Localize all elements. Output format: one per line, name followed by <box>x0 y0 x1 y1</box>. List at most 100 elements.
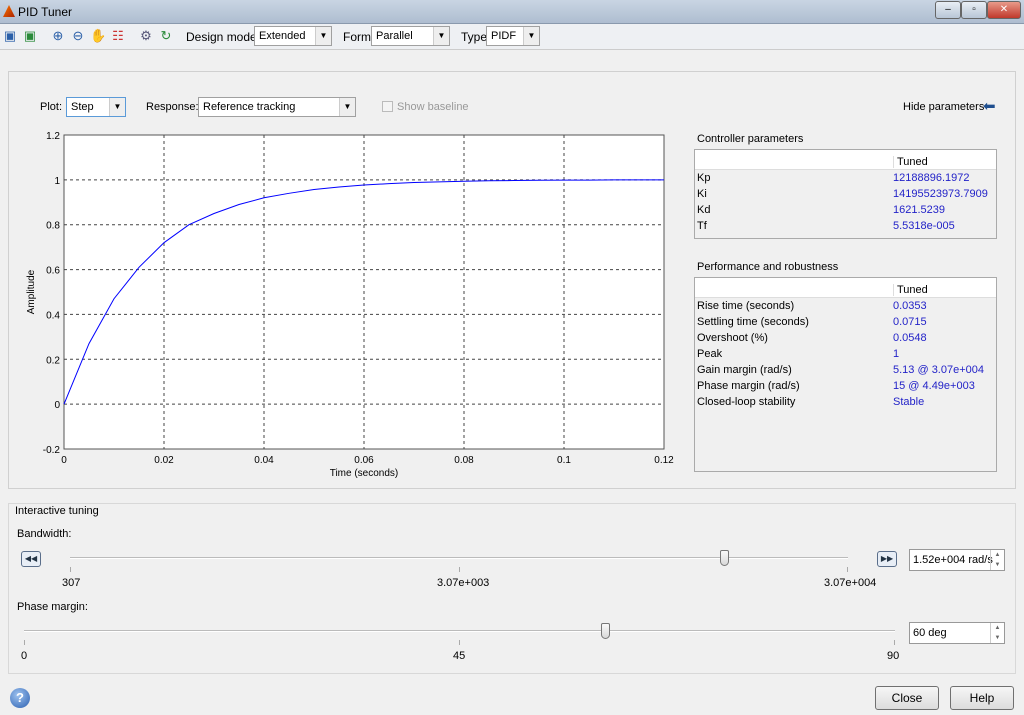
pan-icon[interactable]: ✋ <box>90 28 106 44</box>
tuned-column-header: Tuned <box>893 284 928 296</box>
design-mode-label: Design mode: <box>186 30 261 44</box>
phase-margin-slider[interactable] <box>24 630 895 632</box>
y-tick-label: -0.2 <box>43 445 61 456</box>
form-value: Parallel <box>376 30 413 42</box>
phase-margin-input[interactable]: 60 deg ▲ ▼ <box>909 622 1005 644</box>
controller-parameters-table: Tuned Kp 12188896.1972 Ki 14195523973.7909 K… <box>694 149 997 239</box>
tick <box>24 640 25 645</box>
y-tick-label: 1 <box>54 176 60 187</box>
chevron-down-icon: ▼ <box>433 27 449 45</box>
y-tick-label: 0.2 <box>46 355 60 366</box>
bandwidth-input[interactable]: 1.52e+004 rad/s ▲ ▼ <box>909 549 1005 571</box>
tick <box>847 567 848 572</box>
step-response-chart: 0 0.02 0.04 0.06 0.08 0.1 0.12-0.200.20.40.60.… <box>26 131 674 479</box>
bandwidth-label: Bandwidth: <box>17 528 72 540</box>
help-icon[interactable]: ? <box>10 688 30 708</box>
plot-dropdown[interactable]: Step ▼ <box>66 97 126 117</box>
matlab-logo-icon <box>3 5 15 17</box>
phase-margin-label: Phase margin: <box>17 601 88 613</box>
performance-title: Performance and robustness <box>697 261 839 273</box>
title-bar: PID Tuner – ▫ ✕ <box>0 0 1024 24</box>
arrow-left-icon[interactable]: ⬅ <box>983 97 996 115</box>
phase-margin-slider-thumb[interactable] <box>600 623 610 639</box>
response-value: Reference tracking <box>203 101 296 113</box>
import-plant-icon[interactable]: ▣ <box>2 28 18 44</box>
plot-label: Plot: <box>40 101 63 113</box>
tick <box>894 640 895 645</box>
y-tick-label: 0.6 <box>46 266 60 277</box>
bandwidth-tick-label: 307 <box>62 577 81 589</box>
type-dropdown[interactable]: PIDF ▼ <box>486 26 540 46</box>
controller-param-name: Tf <box>697 220 707 232</box>
controller-param-value: 12188896.1972 <box>893 172 970 184</box>
hide-parameters-link[interactable]: Hide parameters <box>903 101 984 113</box>
bandwidth-tick-label: 3.07e+003 <box>437 577 490 589</box>
chevron-down-icon: ▼ <box>315 27 331 45</box>
legend-icon[interactable]: ☷ <box>110 28 126 44</box>
performance-metric-name: Closed-loop stability <box>697 396 796 408</box>
y-tick-label: 0 <box>54 400 60 411</box>
performance-metric-name: Settling time (seconds) <box>697 316 809 328</box>
tuned-column-header: Tuned <box>893 156 928 168</box>
close-button[interactable]: Close <box>875 686 939 710</box>
controller-param-name: Ki <box>697 188 707 200</box>
x-tick-label: 0.08 <box>454 455 474 466</box>
form-label: Form <box>343 30 371 44</box>
tick <box>459 567 460 572</box>
x-tick-label: 0.02 <box>154 455 174 466</box>
options-icon[interactable]: ⚙ <box>138 28 154 44</box>
help-button[interactable]: Help <box>950 686 1014 710</box>
bandwidth-slider-thumb[interactable] <box>719 550 729 566</box>
performance-metric-value: 1 <box>893 348 900 360</box>
tick <box>70 567 71 572</box>
export-icon[interactable]: ▣ <box>22 28 38 44</box>
phase-tick-label: 90 <box>887 650 900 662</box>
x-tick-label: 0.12 <box>654 455 674 466</box>
bandwidth-slider[interactable] <box>70 557 848 559</box>
performance-metric-name: Overshoot (%) <box>697 332 768 344</box>
maximize-button[interactable]: ▫ <box>961 1 987 19</box>
y-tick-label: 0.8 <box>46 221 60 232</box>
type-value: PIDF <box>491 30 517 42</box>
y-tick-label: 1.2 <box>46 131 60 142</box>
tick <box>459 640 460 645</box>
chevron-down-icon: ▼ <box>523 27 539 45</box>
performance-metric-name: Peak <box>697 348 723 360</box>
performance-table: Tuned Rise time (seconds) 0.0353 Settling … <box>694 277 997 472</box>
phase-margin-value: 60 deg <box>913 627 947 639</box>
toolbar: ▣ ▣ ⊕ ⊖ ✋ ☷ ⚙ ↻ Design mode: Extended ▼ F… <box>0 24 1024 50</box>
zoom-in-icon[interactable]: ⊕ <box>50 28 66 44</box>
controller-param-name: Kp <box>697 172 711 184</box>
zoom-out-icon[interactable]: ⊖ <box>70 28 86 44</box>
spinner-arrows-icon[interactable]: ▲ ▼ <box>990 550 1004 570</box>
controller-param-value: 1621.5239 <box>893 204 945 216</box>
response-dropdown[interactable]: Reference tracking ▼ <box>198 97 356 117</box>
performance-metric-value: 0.0715 <box>893 316 927 328</box>
form-dropdown[interactable]: Parallel ▼ <box>371 26 450 46</box>
x-tick-label: 0.06 <box>354 455 374 466</box>
x-tick-label: 0.04 <box>254 455 274 466</box>
spinner-arrows-icon[interactable]: ▲ ▼ <box>990 623 1004 643</box>
performance-metric-value: 0.0353 <box>893 300 927 312</box>
plot-value: Step <box>71 101 94 113</box>
performance-metric-value: 0.0548 <box>893 332 927 344</box>
reset-icon[interactable]: ↻ <box>158 28 174 44</box>
bandwidth-decrease-button[interactable]: ◀◀ <box>21 551 41 567</box>
controller-param-value: 5.5318e-005 <box>893 220 955 232</box>
x-axis-label: Time (seconds) <box>330 468 399 479</box>
minimize-button[interactable]: – <box>935 1 961 19</box>
bandwidth-increase-button[interactable]: ▶▶ <box>877 551 897 567</box>
close-window-button[interactable]: ✕ <box>987 1 1021 19</box>
performance-metric-name: Rise time (seconds) <box>697 300 795 312</box>
x-tick-label: 0.1 <box>557 455 571 466</box>
type-label: Type <box>461 30 488 44</box>
design-mode-dropdown[interactable]: Extended ▼ <box>254 26 332 46</box>
x-tick-label: 0 <box>61 455 67 466</box>
show-baseline-checkbox[interactable] <box>382 101 393 112</box>
performance-metric-value: 15 @ 4.49e+003 <box>893 380 975 392</box>
window-title: PID Tuner <box>18 5 73 19</box>
performance-metric-value: Stable <box>893 396 925 408</box>
y-tick-label: 0.4 <box>46 310 60 321</box>
interactive-tuning-title: Interactive tuning <box>15 505 99 517</box>
show-baseline-label: Show baseline <box>397 101 469 113</box>
